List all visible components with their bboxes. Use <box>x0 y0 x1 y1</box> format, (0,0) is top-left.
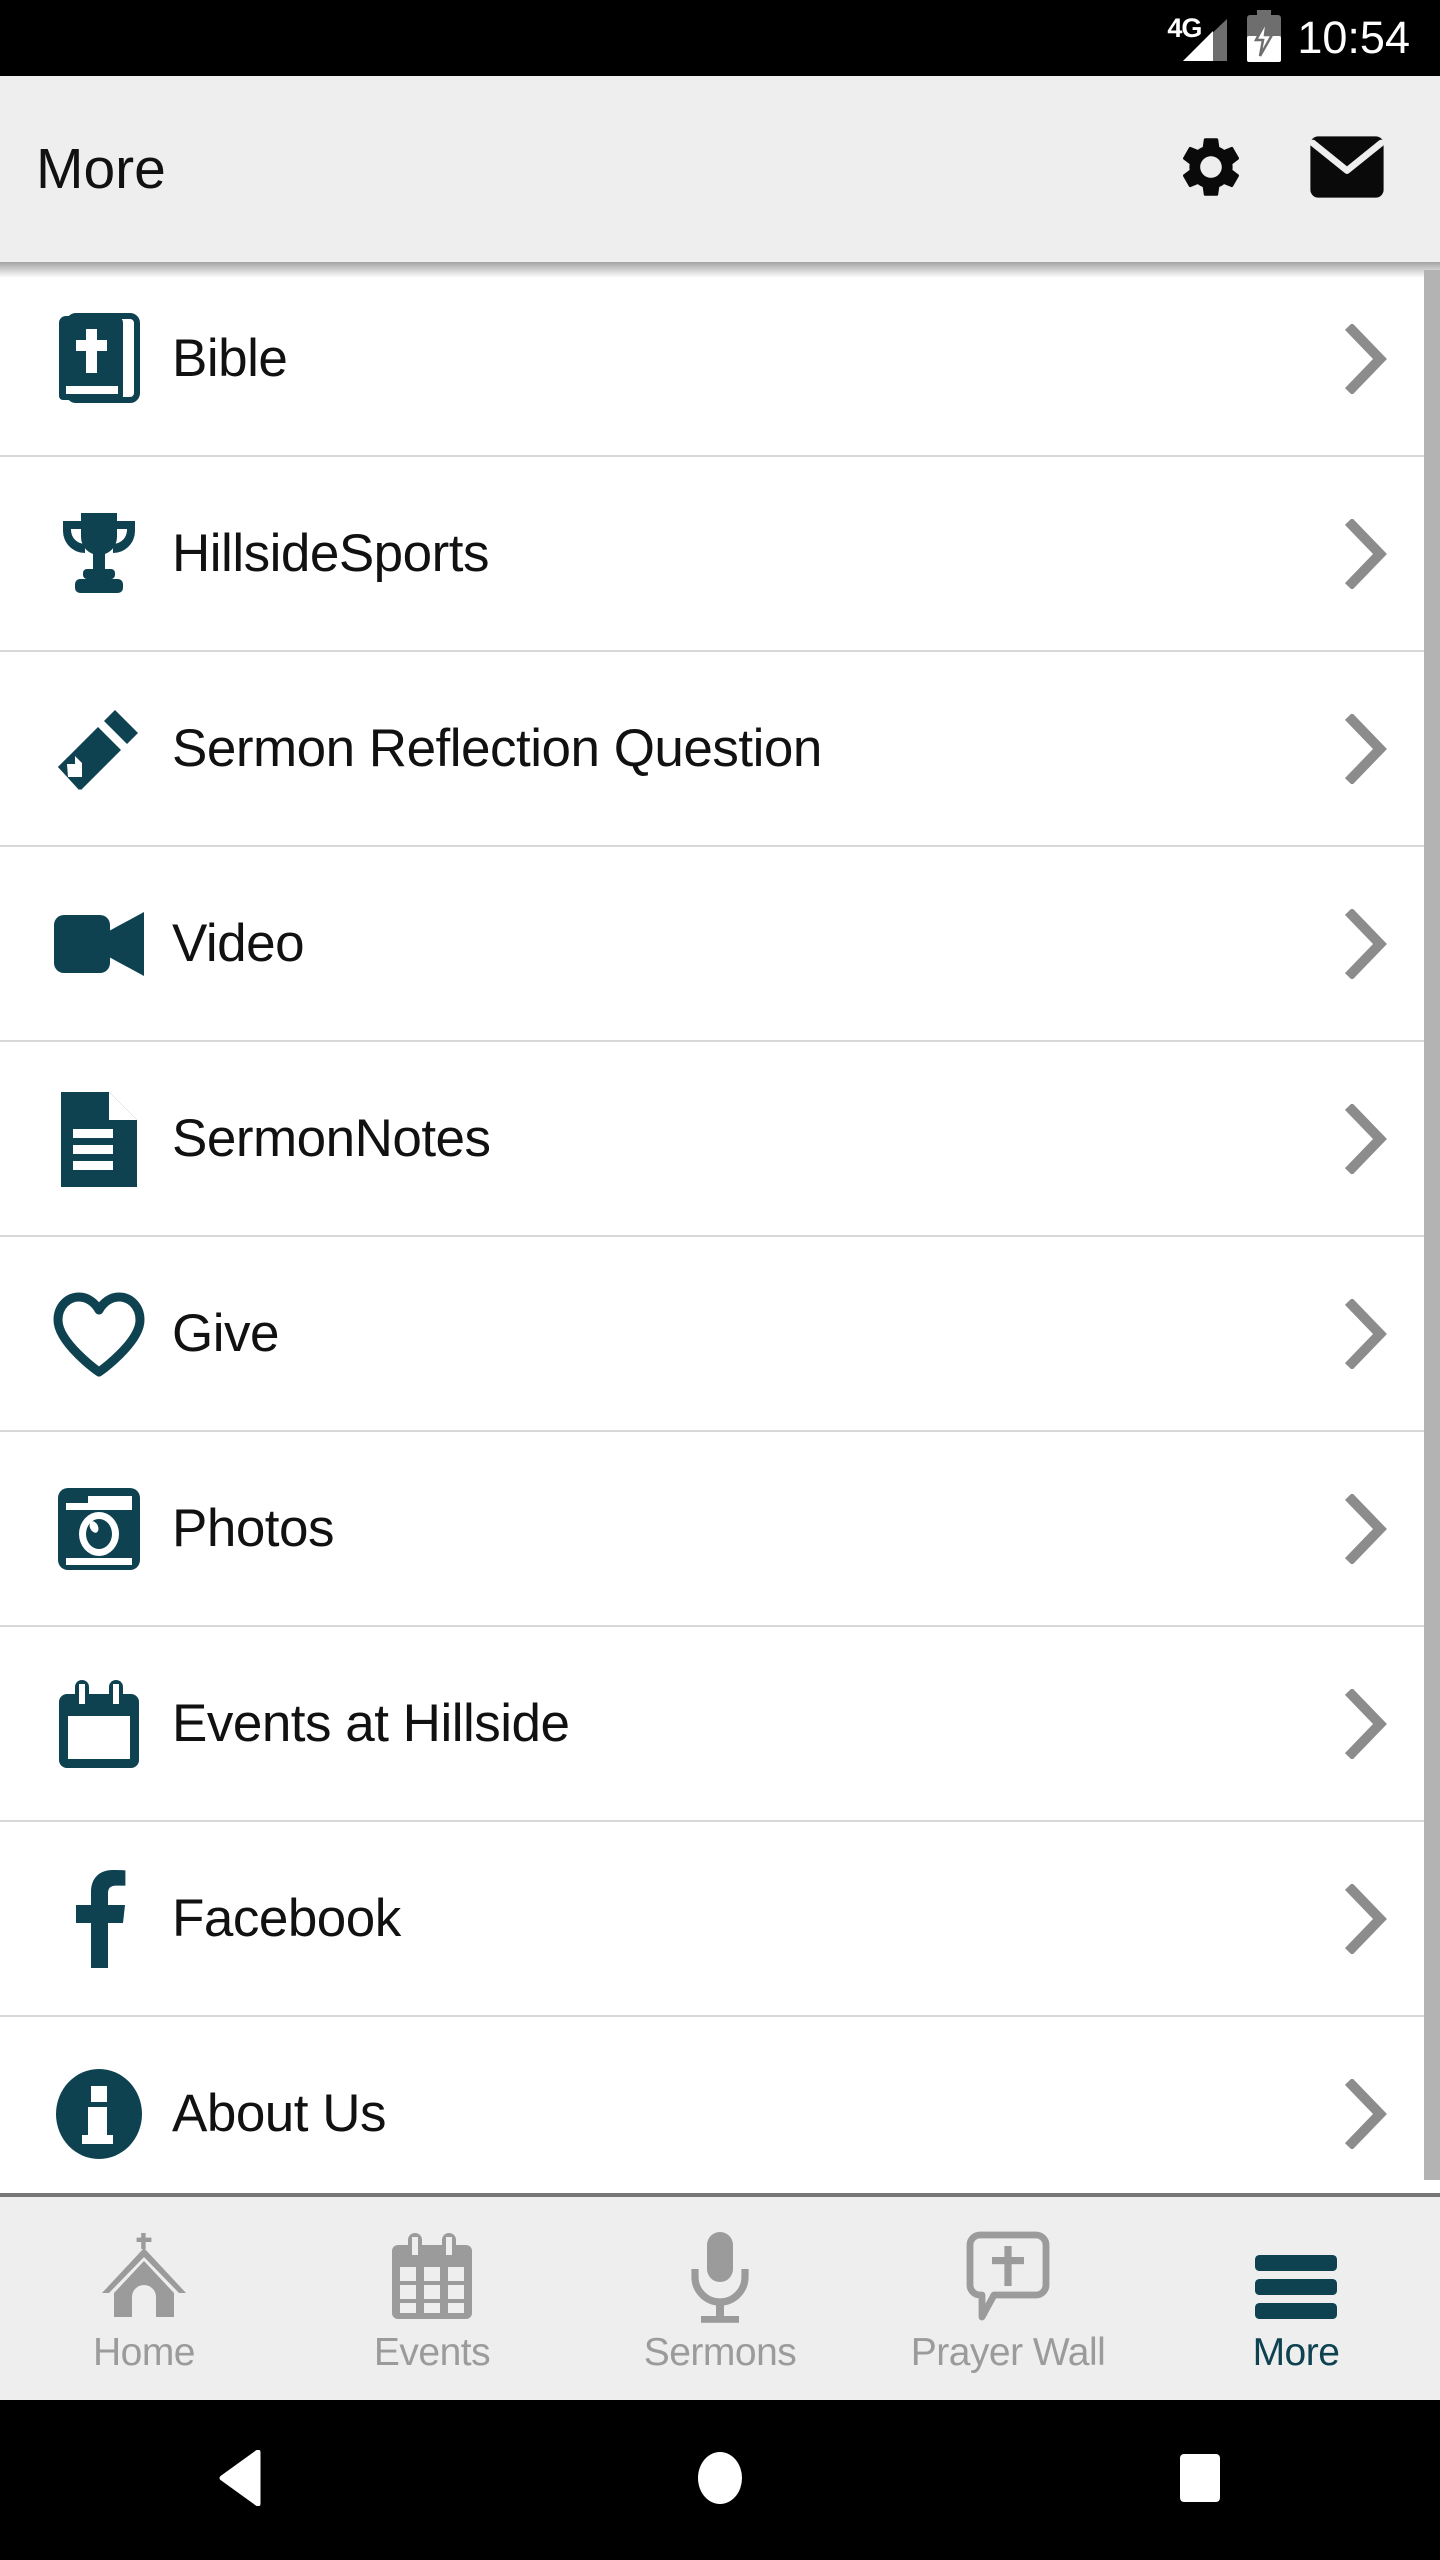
tab-label: Prayer Wall <box>910 2330 1106 2374</box>
square-recents-icon <box>1174 2452 1226 2509</box>
menu-item-photos[interactable]: Photos <box>0 1432 1440 1627</box>
android-navigation-bar <box>0 2400 1440 2560</box>
gear-icon <box>1175 131 1247 208</box>
calendar-grid-icon <box>386 2229 478 2325</box>
info-circle-icon <box>34 2068 164 2160</box>
microphone-icon <box>685 2229 755 2325</box>
menu-item-bible[interactable]: Bible <box>0 262 1440 457</box>
chevron-right-icon <box>1344 323 1388 394</box>
menu-item-label: Sermon Reflection Question <box>172 719 822 778</box>
tab-prayer-wall[interactable]: Prayer Wall <box>864 2197 1152 2400</box>
chevron-right-icon <box>1344 1883 1388 1954</box>
menu-item-label: Bible <box>172 329 288 388</box>
speech-bubble-cross-icon <box>960 2229 1056 2325</box>
church-icon <box>96 2229 192 2325</box>
back-button[interactable] <box>180 2420 300 2540</box>
menu-item-events-at-hillside[interactable]: Events at Hillside <box>0 1627 1440 1822</box>
calendar-icon <box>34 1678 164 1770</box>
chevron-right-icon <box>1344 713 1388 784</box>
menu-item-give[interactable]: Give <box>0 1237 1440 1432</box>
menu-item-label: About Us <box>172 2084 387 2143</box>
video-camera-icon <box>34 909 164 979</box>
status-bar-clock: 10:54 <box>1297 12 1410 63</box>
tab-label: More <box>1252 2330 1340 2374</box>
menu-item-facebook[interactable]: Facebook <box>0 1822 1440 2017</box>
triangle-back-icon <box>214 2449 266 2511</box>
chevron-right-icon <box>1344 908 1388 979</box>
tab-home[interactable]: Home <box>0 2197 288 2400</box>
menu-item-label: Give <box>172 1304 279 1363</box>
header-actions <box>1174 132 1440 206</box>
menu-item-hillsidesports[interactable]: HillsideSports <box>0 457 1440 652</box>
chevron-right-icon <box>1344 518 1388 589</box>
page-title: More <box>36 137 166 201</box>
menu-item-label: SermonNotes <box>172 1109 491 1168</box>
app-header: More <box>0 76 1440 262</box>
heart-outline-icon <box>34 1291 164 1377</box>
chevron-right-icon <box>1344 1298 1388 1369</box>
tab-more[interactable]: More <box>1152 2197 1440 2400</box>
bottom-tab-bar: Home Events Sermons Prayer Wall More <box>0 2193 1440 2400</box>
menu-item-sermon-reflection-question[interactable]: Sermon Reflection Question <box>0 652 1440 847</box>
menu-item-about-us[interactable]: About Us <box>0 2017 1440 2193</box>
circle-home-icon <box>692 2450 748 2511</box>
menu-item-video[interactable]: Video <box>0 847 1440 1042</box>
camera-icon <box>34 1486 164 1572</box>
hamburger-menu-icon <box>1253 2229 1339 2325</box>
menu-item-label: Facebook <box>172 1889 401 1948</box>
chevron-right-icon <box>1344 1103 1388 1174</box>
trophy-icon <box>34 509 164 599</box>
menu-item-label: Photos <box>172 1499 335 1558</box>
settings-button[interactable] <box>1174 132 1248 206</box>
bible-book-icon <box>34 312 164 405</box>
tab-label: Sermons <box>643 2330 797 2374</box>
list-scrollbar[interactable] <box>1424 270 1440 2180</box>
tab-sermons[interactable]: Sermons <box>576 2197 864 2400</box>
battery-charging-icon <box>1245 9 1283 67</box>
menu-list[interactable]: Bible HillsideSports Sermon Reflection Q… <box>0 262 1440 2193</box>
chevron-right-icon <box>1344 2078 1388 2149</box>
home-button[interactable] <box>660 2420 780 2540</box>
tab-events[interactable]: Events <box>288 2197 576 2400</box>
menu-item-sermonnotes[interactable]: SermonNotes <box>0 1042 1440 1237</box>
tab-label: Events <box>373 2330 491 2374</box>
pencil-icon <box>34 705 164 793</box>
phone-screen: 4G 10:54 More Bible HillsideSports Sermo… <box>0 0 1440 2560</box>
envelope-icon <box>1308 134 1386 205</box>
chevron-right-icon <box>1344 1493 1388 1564</box>
chevron-right-icon <box>1344 1688 1388 1759</box>
facebook-f-icon <box>34 1869 164 1968</box>
recents-button[interactable] <box>1140 2420 1260 2540</box>
status-bar: 4G 10:54 <box>0 0 1440 76</box>
signal-bars-icon: 4G <box>1167 13 1231 61</box>
mail-button[interactable] <box>1308 132 1386 206</box>
document-lines-icon <box>34 1091 164 1187</box>
tab-label: Home <box>92 2330 196 2374</box>
menu-item-label: Video <box>172 914 305 973</box>
menu-item-label: Events at Hillside <box>172 1694 570 1753</box>
menu-item-label: HillsideSports <box>172 524 490 583</box>
